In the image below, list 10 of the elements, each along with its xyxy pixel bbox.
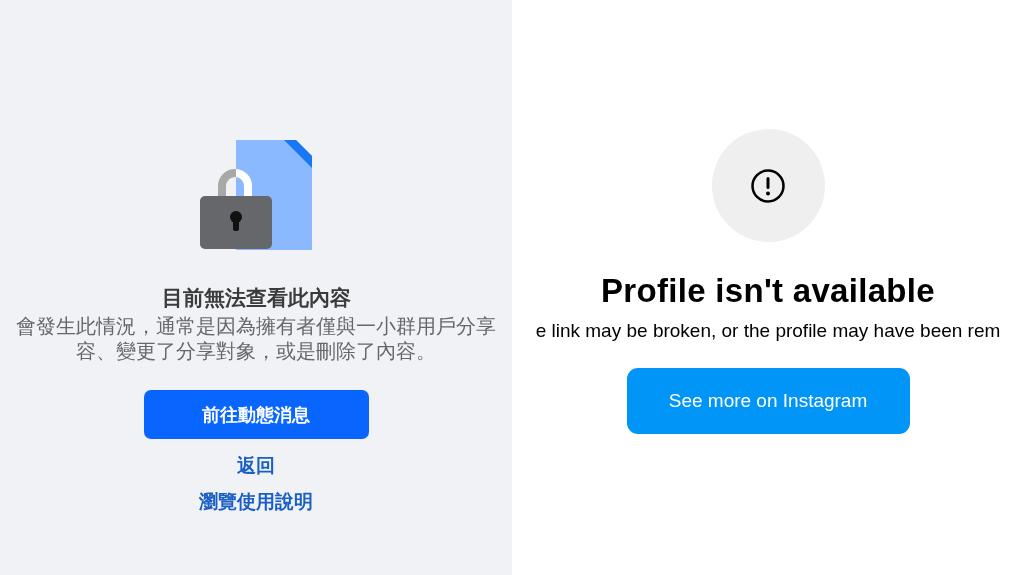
news-feed-button[interactable]: 前往動態消息 [143,390,369,439]
instagram-button[interactable]: See more on Instagram [626,368,910,434]
error-message: 會發生此情況，通常是因為擁有者僅與一小群用戶分享 容、變更了分享對象，或是刪除了內容。 [16,314,496,364]
back-link[interactable]: 返回 [237,453,275,479]
locked-document-icon [200,140,312,252]
error-title: 目前無法查看此內容 [161,285,351,312]
error-message: e link may be broken, or the profile may have been rem [535,320,1001,342]
error-title: Profile isn't available [601,272,935,310]
help-link[interactable]: 瀏覽使用說明 [199,489,313,515]
alert-icon [750,167,786,204]
